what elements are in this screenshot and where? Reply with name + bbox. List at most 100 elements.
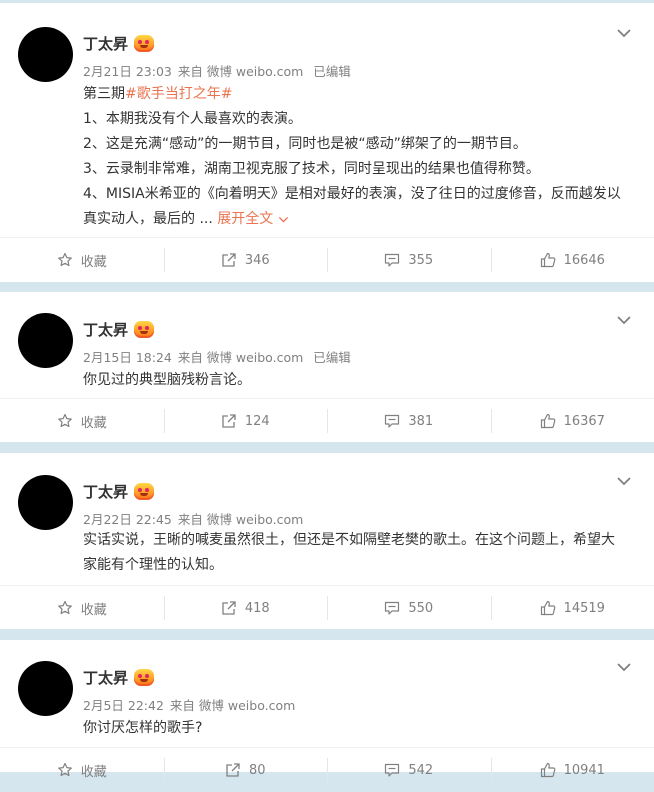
edited-label[interactable]: 已编辑 [313, 350, 351, 365]
favorite-label: 收藏 [81, 412, 107, 431]
avatar[interactable] [18, 27, 73, 82]
repost-button[interactable]: 80 [164, 758, 328, 782]
vip-face-icon[interactable] [134, 483, 154, 500]
thumbs-up-icon [540, 413, 556, 429]
post-source[interactable]: 微博 weibo.com [207, 512, 303, 527]
post-content: 你见过的典型脑残粉言论。 [83, 368, 624, 393]
repost-count: 124 [245, 414, 270, 429]
like-button[interactable]: 16367 [491, 409, 654, 433]
post-source[interactable]: 微博 weibo.com [199, 698, 295, 713]
chevron-down-icon[interactable] [616, 25, 632, 41]
favorite-button[interactable]: 收藏 [0, 409, 164, 433]
author-row: 丁太昇 [83, 33, 154, 54]
repost-button[interactable]: 346 [164, 248, 328, 272]
author-name[interactable]: 丁太昇 [83, 33, 128, 54]
author-name[interactable]: 丁太昇 [83, 481, 128, 502]
repost-icon [221, 252, 237, 268]
like-count: 16367 [564, 414, 605, 429]
post-card: 丁太昇 2月15日 18:24 来自微博 weibo.com 已编辑 你见过的典型脑… [0, 292, 654, 442]
star-icon [57, 600, 73, 616]
repost-count: 418 [245, 601, 270, 616]
repost-button[interactable]: 418 [164, 596, 328, 620]
like-button[interactable]: 14519 [491, 596, 654, 620]
content-line: 1、本期我没有个人最喜欢的表演。 [83, 107, 624, 132]
expand-full-text-link[interactable]: 展开全文 [217, 211, 273, 227]
favorite-button[interactable]: 收藏 [0, 248, 164, 272]
comment-icon [384, 413, 400, 429]
source-prefix: 来自 [170, 698, 195, 713]
repost-icon [225, 762, 241, 778]
chevron-down-icon[interactable] [616, 312, 632, 328]
source-prefix: 来自 [178, 350, 203, 365]
post-meta: 2月15日 18:24 来自微博 weibo.com 已编辑 [83, 347, 351, 366]
vip-face-icon[interactable] [134, 321, 154, 338]
avatar[interactable] [18, 661, 73, 716]
favorite-label: 收藏 [81, 251, 107, 270]
repost-button[interactable]: 124 [164, 409, 328, 433]
comment-count: 542 [408, 763, 433, 778]
expand-chevron-icon[interactable] [278, 214, 289, 225]
comment-button[interactable]: 355 [327, 248, 491, 272]
chevron-down-icon[interactable] [616, 659, 632, 675]
comment-count: 355 [408, 253, 433, 268]
edited-label[interactable]: 已编辑 [313, 64, 351, 79]
comment-icon [384, 600, 400, 616]
post-source[interactable]: 微博 weibo.com [207, 64, 303, 79]
like-count: 10941 [564, 763, 605, 778]
like-count: 16646 [564, 253, 605, 268]
star-icon [57, 413, 73, 429]
comment-button[interactable]: 381 [327, 409, 491, 433]
action-bar: 收藏 80 542 10941 [0, 747, 654, 792]
post-meta: 2月21日 23:03 来自微博 weibo.com 已编辑 [83, 61, 351, 80]
vip-face-icon[interactable] [134, 35, 154, 52]
action-bar: 收藏 124 381 16367 [0, 398, 654, 443]
repost-icon [221, 600, 237, 616]
topic-link[interactable]: #歌手当打之年# [125, 86, 232, 102]
content-line: 4、MISIA米希亚的《向着明天》是相对最好的表演，没了往日的过度修音，反而越发… [83, 186, 621, 227]
post-date[interactable]: 2月21日 23:03 [83, 64, 172, 79]
avatar[interactable] [18, 475, 73, 530]
author-name[interactable]: 丁太昇 [83, 667, 128, 688]
like-count: 14519 [564, 601, 605, 616]
content-line: 你讨厌怎样的歌手? [83, 716, 624, 741]
post-date[interactable]: 2月5日 22:42 [83, 698, 164, 713]
favorite-button[interactable]: 收藏 [0, 596, 164, 620]
avatar[interactable] [18, 313, 73, 368]
comment-button[interactable]: 542 [327, 758, 491, 782]
thumbs-up-icon [540, 762, 556, 778]
action-bar: 收藏 418 550 14519 [0, 585, 654, 630]
comment-icon [384, 762, 400, 778]
source-prefix: 来自 [178, 64, 203, 79]
comment-count: 550 [408, 601, 433, 616]
content-prefix: 第三期 [83, 86, 125, 102]
comment-count: 381 [408, 414, 433, 429]
like-button[interactable]: 10941 [491, 758, 654, 782]
favorite-label: 收藏 [81, 761, 107, 780]
favorite-label: 收藏 [81, 599, 107, 618]
comment-button[interactable]: 550 [327, 596, 491, 620]
repost-count: 346 [245, 253, 270, 268]
post-meta: 2月22日 22:45 来自微博 weibo.com [83, 509, 303, 528]
post-card: 丁太昇 2月22日 22:45 来自微博 weibo.com 实话实说，王晰的喊麦… [0, 453, 654, 629]
post-date[interactable]: 2月15日 18:24 [83, 350, 172, 365]
author-row: 丁太昇 [83, 667, 154, 688]
vip-face-icon[interactable] [134, 669, 154, 686]
thumbs-up-icon [540, 600, 556, 616]
content-line: 2、这是充满“感动”的一期节目，同时也是被“感动”绑架了的一期节目。 [83, 132, 624, 157]
repost-icon [221, 413, 237, 429]
author-row: 丁太昇 [83, 481, 154, 502]
post-source[interactable]: 微博 weibo.com [207, 350, 303, 365]
post-date[interactable]: 2月22日 22:45 [83, 512, 172, 527]
source-prefix: 来自 [178, 512, 203, 527]
repost-count: 80 [249, 763, 266, 778]
content-line: 实话实说，王晰的喊麦虽然很土，但还是不如隔壁老樊的歌土。在这个问题上，希望大家能… [83, 528, 626, 578]
star-icon [57, 762, 73, 778]
chevron-down-icon[interactable] [616, 473, 632, 489]
ellipsis: ... [199, 211, 212, 227]
favorite-button[interactable]: 收藏 [0, 758, 164, 782]
post-meta: 2月5日 22:42 来自微博 weibo.com [83, 695, 295, 714]
content-line: 3、云录制非常难，湖南卫视克服了技术，同时呈现出的结果也值得称赞。 [83, 157, 624, 182]
post-content: 实话实说，王晰的喊麦虽然很土，但还是不如隔壁老樊的歌土。在这个问题上，希望大家能… [83, 528, 626, 578]
like-button[interactable]: 16646 [491, 248, 654, 272]
author-name[interactable]: 丁太昇 [83, 319, 128, 340]
